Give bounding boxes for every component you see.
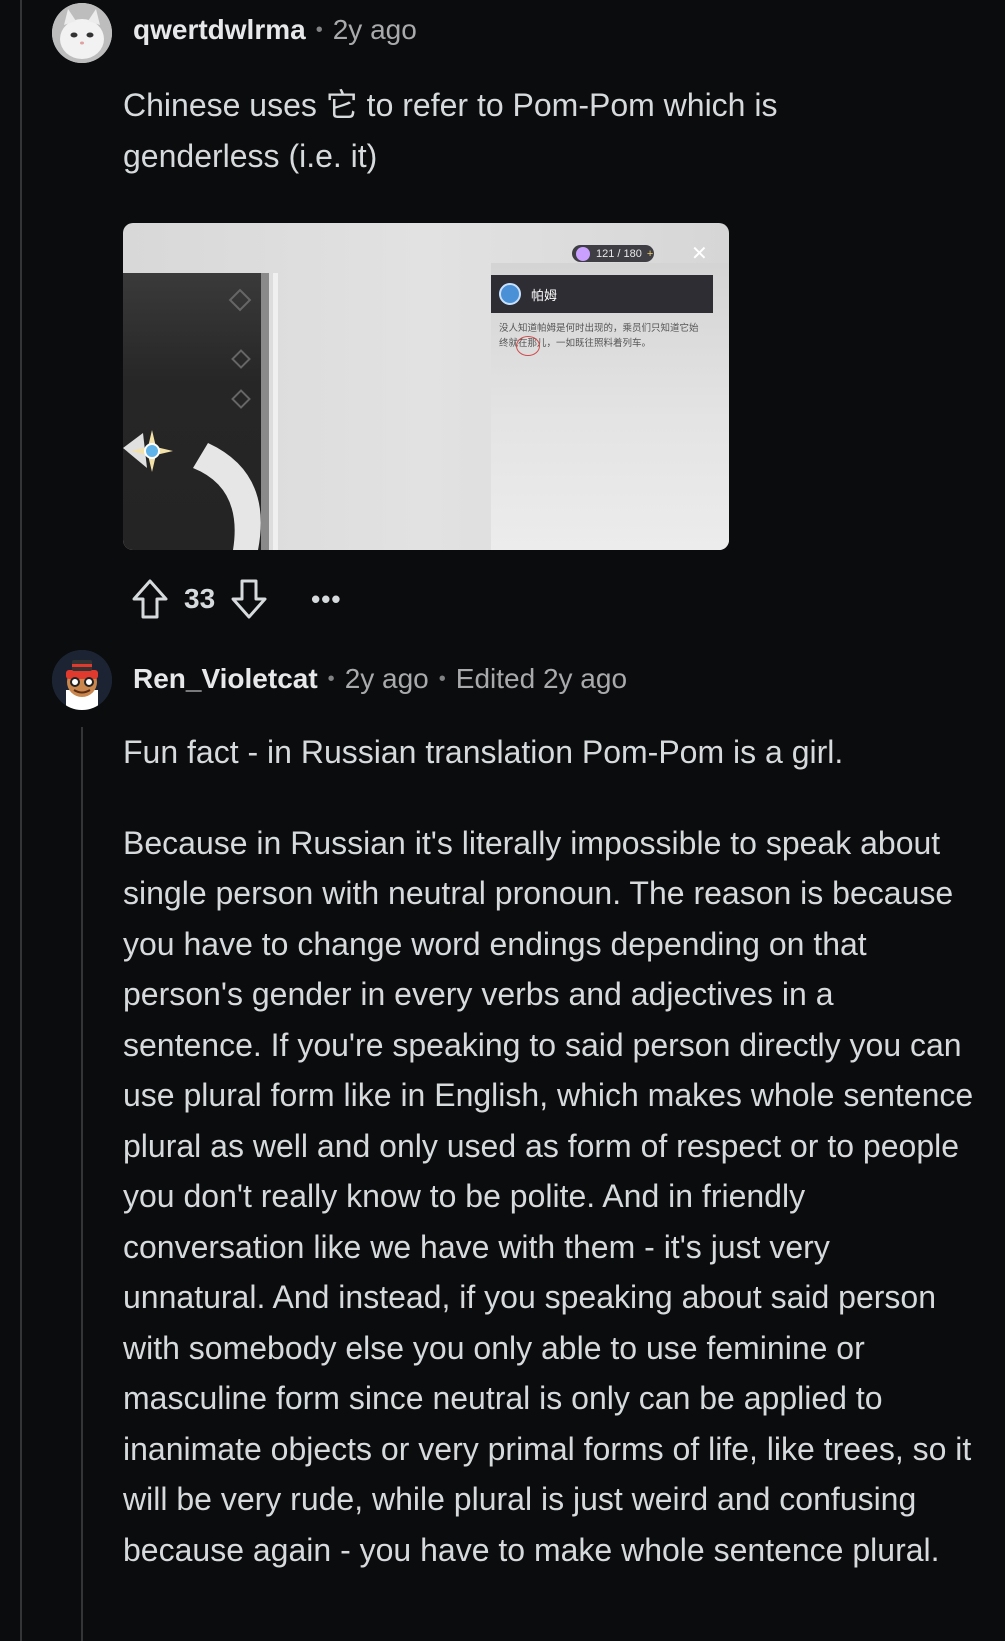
energy-orb-icon bbox=[576, 246, 590, 261]
comment-meta: Ren_Violetcat • 2y ago • Edited 2y ago bbox=[133, 663, 627, 695]
timestamp[interactable]: 2y ago bbox=[333, 14, 417, 46]
username[interactable]: qwertdwlrma bbox=[133, 14, 306, 46]
comment-body: Fun fact - in Russian translation Pom-Po… bbox=[123, 727, 978, 1575]
parent-thread-line[interactable] bbox=[20, 0, 22, 1641]
compass-icon bbox=[499, 283, 521, 305]
comment-paragraph: Because in Russian it's literally imposs… bbox=[123, 824, 974, 1568]
panel-header: 帕姆 bbox=[491, 275, 713, 313]
avatar[interactable] bbox=[52, 3, 112, 63]
comment-body: Chinese uses 它 to refer to Pom-Pom which… bbox=[123, 80, 883, 181]
comment-meta: qwertdwlrma • 2y ago bbox=[133, 14, 417, 46]
panel-title: 帕姆 bbox=[531, 288, 558, 304]
more-options-button[interactable]: ••• bbox=[311, 584, 341, 615]
upvote-arrow-icon bbox=[132, 579, 168, 619]
comment-thread: qwertdwlrma • 2y ago Chinese uses 它 to r… bbox=[0, 0, 1005, 1641]
cat-avatar-icon bbox=[52, 3, 112, 63]
highlight-circle bbox=[516, 336, 540, 356]
upvote-button[interactable] bbox=[130, 579, 170, 619]
energy-plus[interactable]: + bbox=[647, 248, 653, 260]
comment-paragraph: Chinese uses 它 to refer to Pom-Pom which… bbox=[123, 87, 778, 174]
close-icon[interactable]: ✕ bbox=[691, 241, 708, 266]
separator: • bbox=[315, 18, 323, 41]
energy-value: 121 / 180 bbox=[596, 247, 642, 260]
separator: • bbox=[438, 667, 446, 690]
avatar[interactable] bbox=[52, 650, 112, 710]
downvote-button[interactable] bbox=[229, 579, 269, 619]
downvote-arrow-icon bbox=[231, 579, 267, 619]
separator: • bbox=[327, 667, 335, 690]
location-marker-icon bbox=[131, 430, 173, 472]
vote-count: 33 bbox=[184, 583, 216, 614]
map-details-icon bbox=[123, 288, 261, 550]
username[interactable]: Ren_Violetcat bbox=[133, 663, 318, 695]
comment-image[interactable]: 121 / 180 + ✕ 帕姆 没人知道帕姆是何时出现的，乘员们只知道它始终就… bbox=[123, 223, 729, 550]
edited-label: Edited 2y ago bbox=[455, 663, 628, 694]
comment-actions: 33 ••• bbox=[130, 579, 341, 619]
comment-thread-line[interactable] bbox=[81, 727, 83, 1641]
character-avatar-icon bbox=[52, 650, 112, 710]
timestamp[interactable]: 2y ago bbox=[345, 663, 429, 695]
energy-pill[interactable]: 121 / 180 + bbox=[572, 245, 654, 262]
comment-paragraph: Fun fact - in Russian translation Pom-Po… bbox=[123, 734, 844, 770]
